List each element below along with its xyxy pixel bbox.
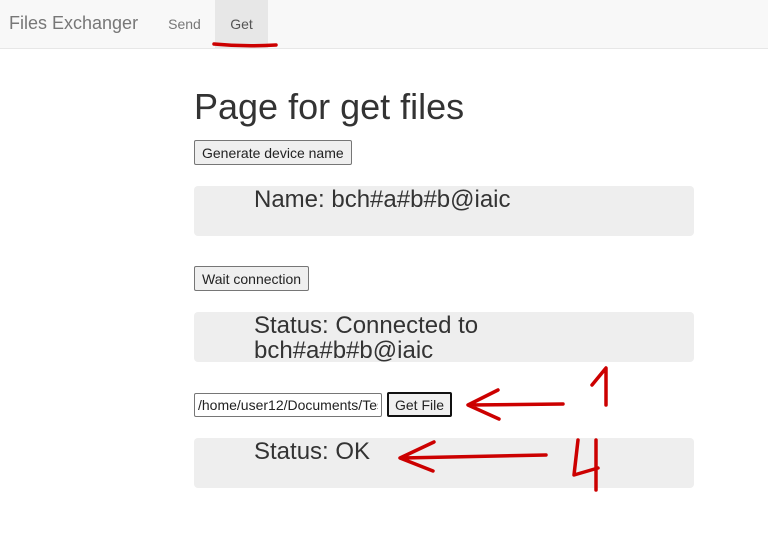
digit-one-mark <box>590 366 608 407</box>
get-file-button[interactable]: Get File <box>387 392 453 417</box>
connection-status-panel: Status: Connected to bch#a#b#b@iaic <box>194 312 694 364</box>
file-path-input[interactable] <box>194 393 382 417</box>
transfer-status-panel: Status: OK <box>194 438 694 488</box>
wait-connection-button[interactable]: Wait connection <box>194 266 310 291</box>
tab-get[interactable]: Get <box>215 0 268 48</box>
device-name-text: Name: bch#a#b#b@iaic <box>254 186 511 213</box>
arrow-to-get-file <box>466 388 565 421</box>
generate-device-name-button[interactable]: Generate device name <box>194 140 352 165</box>
tab-send[interactable]: Send <box>154 0 215 48</box>
brand-link[interactable]: Files Exchanger <box>9 13 138 34</box>
navbar: Files Exchanger Send Get <box>0 0 768 49</box>
transfer-status-text: Status: OK <box>254 438 371 465</box>
page-title: Page for get files <box>194 86 465 127</box>
connection-status-text: Status: Connected to bch#a#b#b@iaic <box>254 312 479 364</box>
name-panel: Name: bch#a#b#b@iaic <box>194 186 694 236</box>
